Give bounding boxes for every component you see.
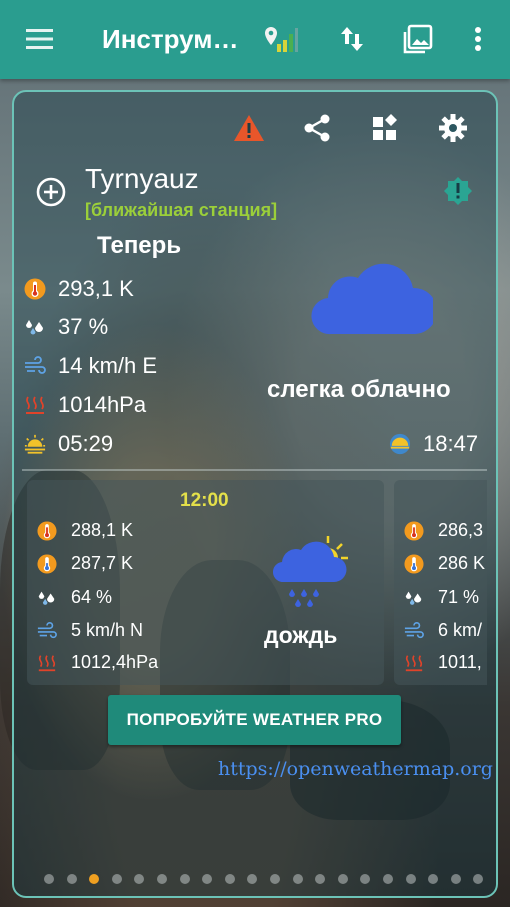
menu-icon[interactable] <box>24 22 56 56</box>
sunrise-icon <box>24 433 46 455</box>
city-name: Tyrnyauz <box>85 163 199 194</box>
station-info-icon[interactable] <box>443 176 473 206</box>
thermometer-icon <box>404 553 424 574</box>
page-dot[interactable] <box>450 874 461 884</box>
page-dot[interactable] <box>44 874 54 884</box>
current-pressure: 1014hPa <box>24 392 146 418</box>
forecast-card[interactable]: 286,3 286 K 71 % 6 km/ 1011, <box>394 480 487 685</box>
image-icon[interactable] <box>402 22 434 56</box>
page-dot[interactable] <box>360 874 371 884</box>
openweathermap-link[interactable]: https://openweathermap.org <box>218 758 493 780</box>
pressure-icon <box>37 653 57 673</box>
forecast-pressure: 1012,4hPa <box>37 652 158 673</box>
sort-arrows-icon[interactable] <box>336 22 368 56</box>
page-dot[interactable] <box>382 874 393 884</box>
station-label: [ближайшая станция] <box>85 200 278 220</box>
cloud-icon <box>311 262 438 336</box>
forecast-condition: дождь <box>264 622 338 648</box>
wind-icon <box>37 621 57 641</box>
page-dot[interactable] <box>292 874 303 884</box>
current-wind: 14 km/h E <box>24 353 157 379</box>
forecast-card[interactable]: 12:00 288,1 K 287,7 K 64 % 5 km/h N 1012… <box>27 480 384 685</box>
humidity-drops-icon <box>24 316 46 338</box>
page-dot[interactable] <box>202 874 213 884</box>
page-dot[interactable] <box>156 874 167 884</box>
more-vert-icon[interactable] <box>464 22 492 56</box>
forecast-humidity: 71 % <box>404 587 479 608</box>
thermometer-icon <box>24 278 46 300</box>
forecast-pressure: 1011, <box>404 652 482 673</box>
app-title: Инструм… <box>102 24 239 54</box>
current-temperature: 293,1 K <box>24 276 134 302</box>
now-label: Теперь <box>97 232 182 259</box>
wind-icon <box>24 355 46 377</box>
page-dot[interactable] <box>224 874 235 884</box>
settings-icon[interactable] <box>437 112 469 144</box>
signal-map-icon[interactable] <box>263 22 301 56</box>
current-humidity: 37 % <box>24 314 108 340</box>
sunset-icon <box>389 433 411 455</box>
divider <box>22 469 487 471</box>
thermometer-icon <box>37 520 57 541</box>
rain-sun-icon <box>270 532 350 612</box>
widgets-icon[interactable] <box>369 112 401 144</box>
share-icon[interactable] <box>301 112 333 144</box>
page-dot[interactable] <box>66 874 77 884</box>
page-dot[interactable] <box>337 874 348 884</box>
page-dot[interactable] <box>111 874 122 884</box>
page-dot[interactable] <box>315 874 326 884</box>
app-bar: Инструм… <box>0 0 510 79</box>
current-condition: слегка облачно <box>267 376 451 403</box>
forecast-temp-max: 288,1 K <box>37 520 133 541</box>
page-dot[interactable] <box>134 874 145 884</box>
forecast-humidity: 64 % <box>37 587 112 608</box>
forecast-wind: 5 km/h N <box>37 620 143 641</box>
pressure-icon <box>24 394 46 416</box>
forecast-temp-min: 287,7 K <box>37 553 133 574</box>
page-dot[interactable] <box>247 874 258 884</box>
sunset: 18:47 <box>389 431 478 457</box>
forecast-time: 12:00 <box>180 490 229 511</box>
page-dot[interactable] <box>179 874 190 884</box>
page-dot[interactable] <box>405 874 416 884</box>
page-dot[interactable] <box>428 874 439 884</box>
forecast-wind: 6 km/ <box>404 620 482 641</box>
thermometer-icon <box>37 553 57 574</box>
page-dot[interactable] <box>89 874 100 884</box>
humidity-drops-icon <box>404 588 424 608</box>
pressure-icon <box>404 653 424 673</box>
forecast-temp-max: 286,3 <box>404 520 483 541</box>
try-weather-pro-button[interactable]: ПОПРОБУЙТЕ WEATHER PRO <box>108 695 401 745</box>
page-dot[interactable] <box>473 874 484 884</box>
warning-icon[interactable] <box>233 112 265 144</box>
wind-icon <box>404 621 424 641</box>
sunrise: 05:29 <box>24 431 113 457</box>
thermometer-icon <box>404 520 424 541</box>
page-indicator[interactable] <box>44 874 496 884</box>
humidity-drops-icon <box>37 588 57 608</box>
add-circle-icon[interactable] <box>35 176 67 208</box>
forecast-temp-min: 286 K <box>404 553 485 574</box>
page-dot[interactable] <box>269 874 280 884</box>
